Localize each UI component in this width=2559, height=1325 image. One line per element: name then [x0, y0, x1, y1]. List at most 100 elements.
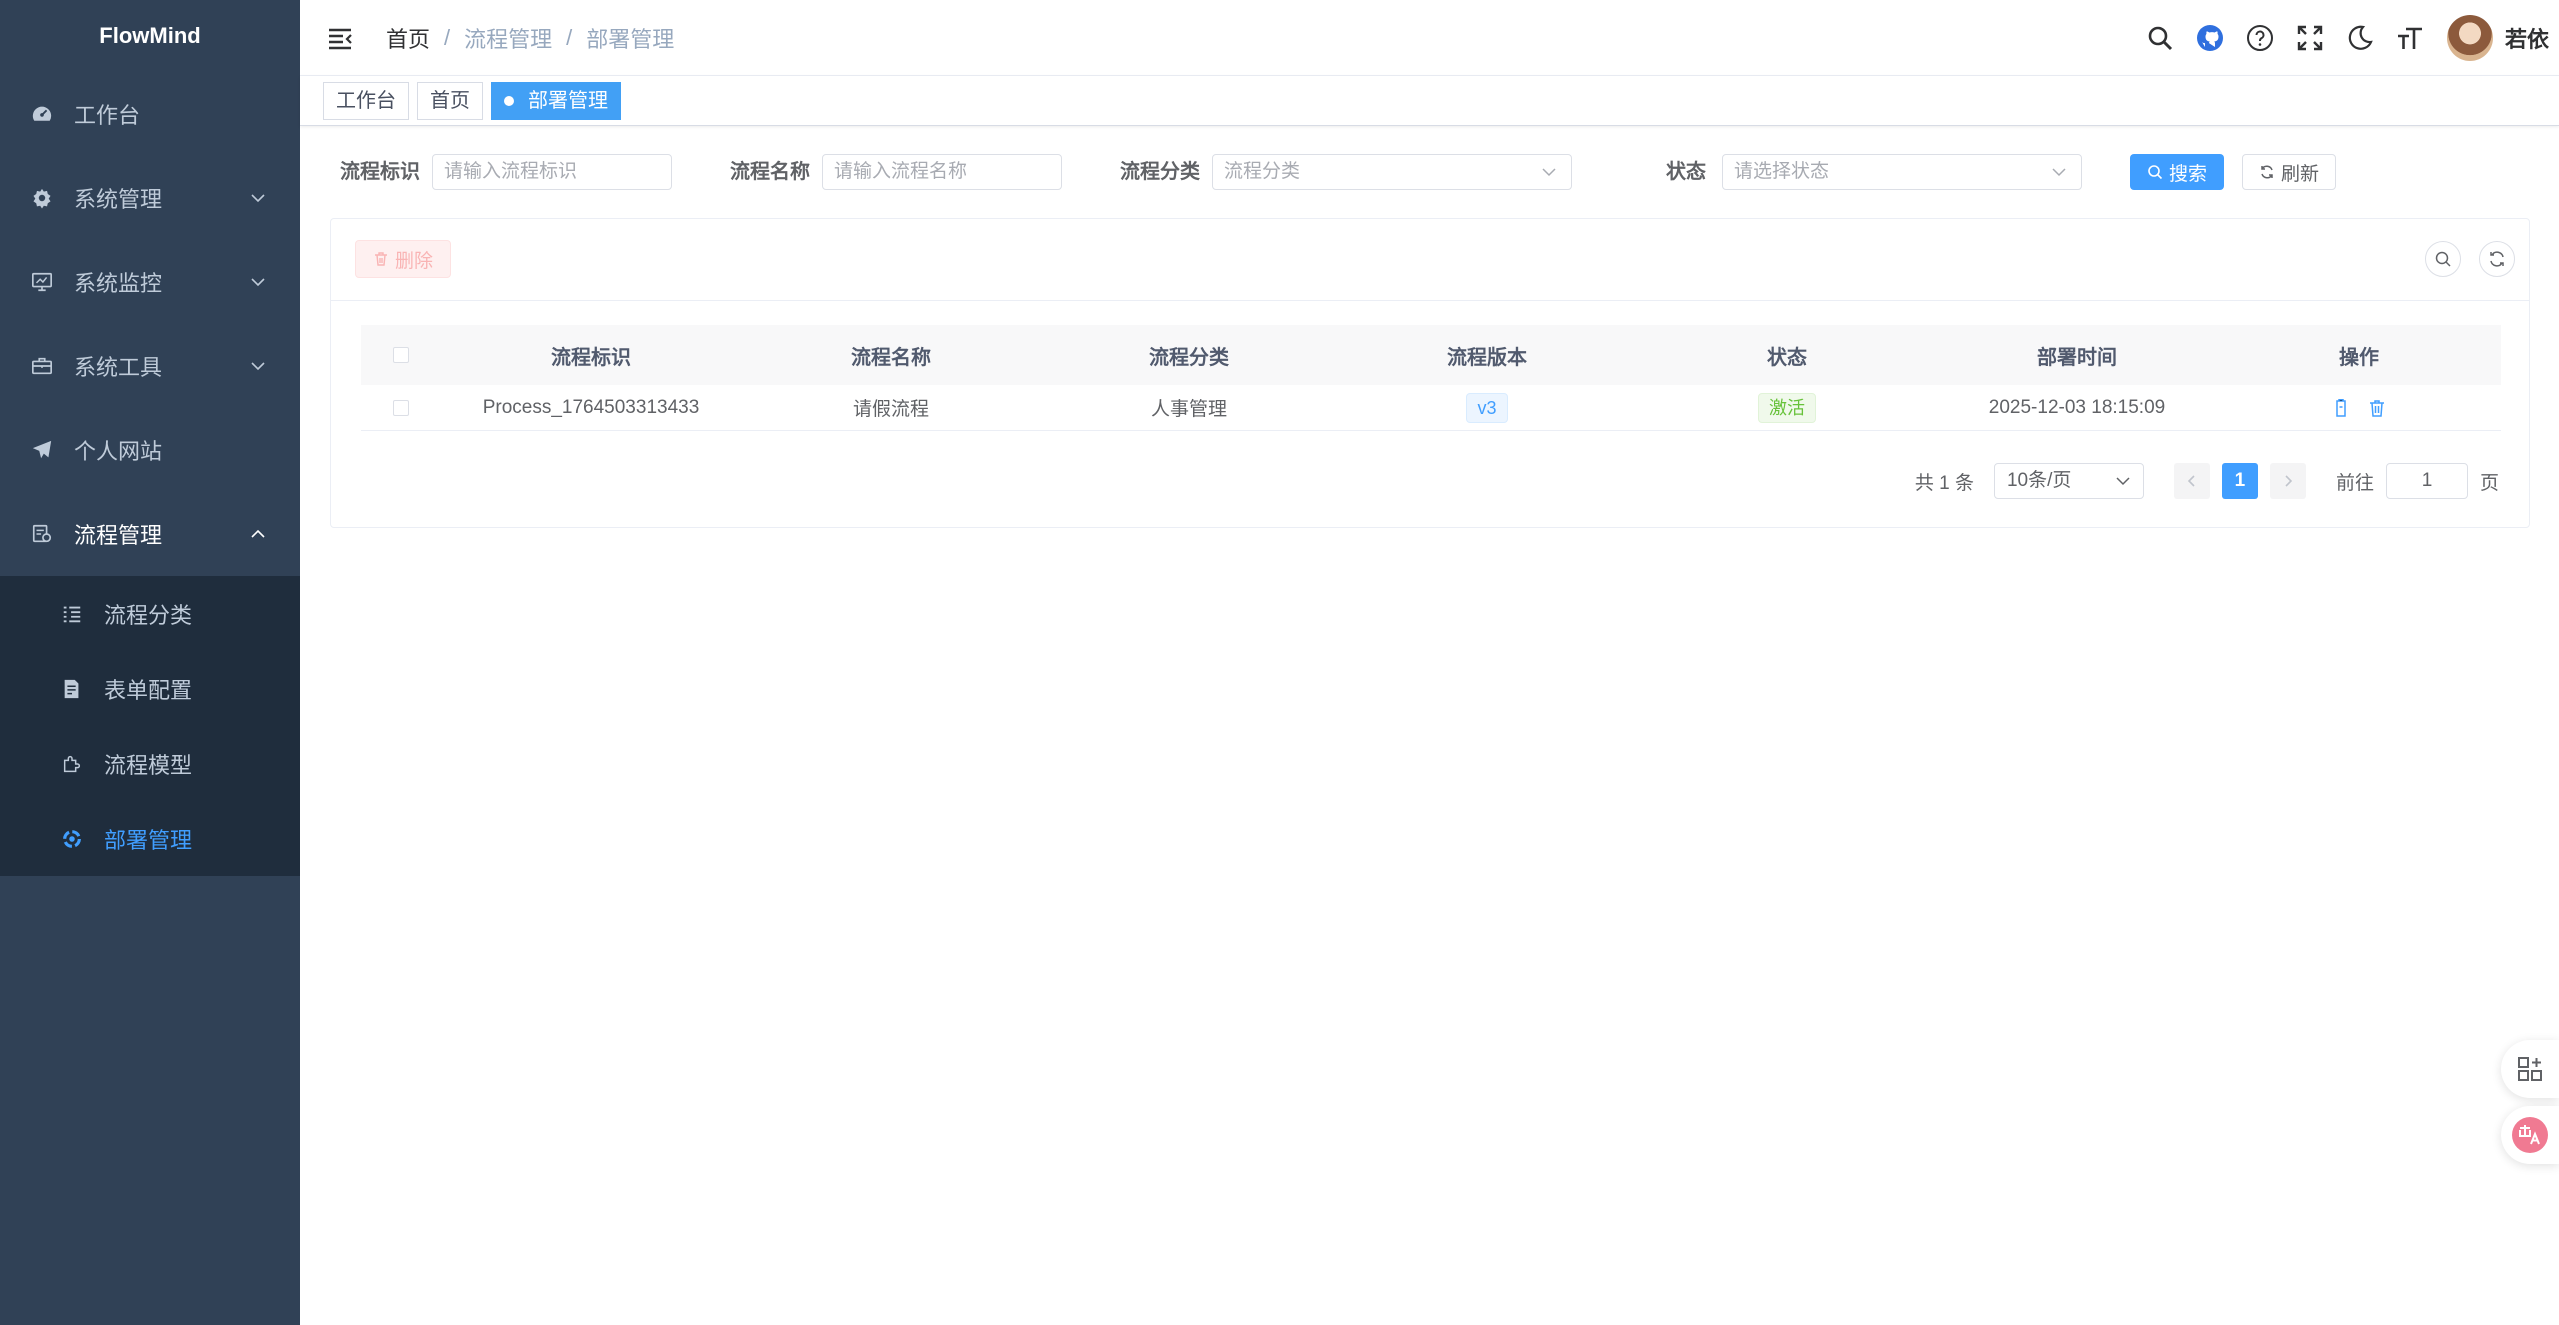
- toolbox-icon: [30, 354, 54, 378]
- translate-float-button[interactable]: [2501, 1106, 2559, 1164]
- tags-view: 工作台 首页 部署管理: [300, 76, 2559, 126]
- sidebar-item-process-category[interactable]: 流程分类: [0, 576, 300, 651]
- goto-page-input[interactable]: 1: [2385, 463, 2468, 499]
- table-row[interactable]: Process_1764503313433 请假流程 人事管理 v3 激活 20…: [361, 385, 2501, 431]
- app-logo[interactable]: FlowMind: [0, 0, 300, 72]
- sidebar-item-deploy-management[interactable]: 部署管理: [0, 801, 300, 876]
- sidebar: FlowMind 工作台 系统管理 系统监控 系统工具 个人网站 流程管理 流程…: [0, 0, 300, 1325]
- pagination: 共 1 条 10条/页 1 前往 1 页: [1915, 463, 2499, 499]
- breadcrumb-separator: /: [566, 24, 573, 50]
- process-name-label: 流程名称: [730, 161, 810, 183]
- app-root: FlowMind 工作台 系统管理 系统监控 系统工具 个人网站 流程管理 流程…: [0, 0, 2559, 1325]
- header-process-key: 流程标识: [551, 346, 631, 369]
- suspend-action-icon[interactable]: [2331, 398, 2351, 418]
- sidebar-item-system-management[interactable]: 系统管理: [0, 156, 300, 240]
- cell-deploy-time: 2025-12-03 18:15:09: [1988, 396, 2166, 418]
- cell-status: 激活: [1637, 392, 1937, 423]
- breadcrumb-home[interactable]: 首页: [386, 22, 430, 54]
- cell-version: v3: [1337, 392, 1637, 423]
- avatar[interactable]: [2446, 15, 2493, 61]
- font-size-icon[interactable]: [2394, 22, 2426, 54]
- hamburger-icon[interactable]: [326, 24, 354, 52]
- category-select-placeholder: 流程分类: [1224, 161, 1301, 182]
- sidebar-item-workflow-management[interactable]: 流程管理: [0, 492, 300, 576]
- refresh-button[interactable]: 刷新: [2242, 154, 2336, 190]
- next-page-button[interactable]: [2269, 463, 2306, 499]
- select-all-checkbox[interactable]: [393, 347, 409, 363]
- search-icon: [2435, 251, 2451, 267]
- breadcrumb-separator: /: [444, 24, 451, 50]
- trash-icon[interactable]: [2367, 398, 2387, 418]
- sidebar-item-label: 系统监控: [74, 271, 163, 296]
- category-select[interactable]: 流程分类: [1212, 154, 1572, 190]
- sidebar-item-label: 系统管理: [74, 187, 163, 212]
- sidebar-item-system-tools[interactable]: 系统工具: [0, 324, 300, 408]
- goto-label: 前往: [2335, 472, 2374, 494]
- breadcrumb-current: 部署管理: [586, 26, 675, 52]
- page-size-select[interactable]: 10条/页: [1993, 463, 2144, 499]
- monitor-icon: [30, 270, 54, 294]
- search-form: 流程标识 请输入流程标识 流程名称 请输入流程名称 流程分类 流程分类 状态 请…: [340, 154, 2340, 190]
- status-select[interactable]: 请选择状态: [1722, 154, 2082, 190]
- chevron-down-icon: [2052, 168, 2066, 177]
- dashboard-icon: [30, 102, 54, 126]
- navbar-right: 若依: [2135, 0, 2549, 76]
- sidebar-item-personal-site[interactable]: 个人网站: [0, 408, 300, 492]
- help-icon[interactable]: [2244, 22, 2276, 54]
- workflow-submenu: 流程分类 表单配置 流程模型 部署管理: [0, 576, 300, 876]
- fullscreen-icon[interactable]: [2294, 22, 2326, 54]
- sidebar-item-label: 表单配置: [104, 677, 193, 703]
- sidebar-item-label: 流程管理: [74, 523, 163, 548]
- header-status: 状态: [1767, 346, 1807, 369]
- status-select-placeholder: 请选择状态: [1734, 161, 1830, 182]
- search-button[interactable]: 搜索: [2130, 154, 2224, 190]
- github-icon[interactable]: [2194, 22, 2226, 54]
- page-jumper: 前往 1 页: [2336, 463, 2499, 499]
- send-icon: [30, 438, 54, 462]
- row-select-cell: [361, 399, 441, 416]
- header-category: 流程分类: [1149, 346, 1229, 369]
- process-key-label: 流程标识: [340, 161, 420, 183]
- navbar: 首页 / 流程管理 / 部署管理 若依: [300, 0, 2559, 76]
- process-name-input[interactable]: 请输入流程名称: [822, 154, 1062, 190]
- chevron-up-icon: [251, 529, 265, 538]
- search-icon[interactable]: [2144, 22, 2176, 54]
- deployment-table: 流程标识 流程名称 流程分类 流程版本 状态 部署时间 操作 Process_1…: [361, 325, 2501, 431]
- username[interactable]: 若依: [2505, 22, 2549, 54]
- chevron-down-icon: [251, 194, 265, 203]
- puzzle-icon: [60, 752, 84, 776]
- workflow-icon: [30, 522, 54, 546]
- chevron-down-icon: [251, 278, 265, 287]
- search-icon: [2148, 165, 2163, 180]
- toggle-search-button[interactable]: [2425, 241, 2461, 277]
- search-button-label: 搜索: [2168, 163, 2207, 185]
- select-all-cell: [361, 347, 441, 363]
- reload-table-button[interactable]: [2479, 241, 2515, 277]
- sidebar-item-process-model[interactable]: 流程模型: [0, 726, 300, 801]
- page-number-button[interactable]: 1: [2221, 463, 2258, 499]
- tab-home[interactable]: 首页: [417, 81, 483, 120]
- sidebar-item-label: 流程分类: [104, 602, 193, 628]
- tab-deploy-management[interactable]: 部署管理: [491, 81, 621, 120]
- process-key-input[interactable]: 请输入流程标识: [432, 154, 672, 190]
- row-checkbox[interactable]: [393, 399, 409, 416]
- dark-mode-icon[interactable]: [2344, 22, 2376, 54]
- header-process-name: 流程名称: [851, 346, 931, 369]
- page-unit-label: 页: [2479, 472, 2499, 494]
- trash-icon: [374, 252, 387, 266]
- version-badge: v3: [1466, 392, 1508, 423]
- cell-category: 人事管理: [1150, 399, 1227, 420]
- sidebar-item-form-config[interactable]: 表单配置: [0, 651, 300, 726]
- sidebar-item-dashboard[interactable]: 工作台: [0, 72, 300, 156]
- sidebar-item-label: 个人网站: [74, 439, 163, 464]
- header-version: 流程版本: [1447, 346, 1527, 369]
- delete-button[interactable]: 删除: [355, 240, 451, 278]
- active-dot-icon: [504, 95, 514, 106]
- tab-workbench[interactable]: 工作台: [323, 81, 409, 120]
- list-icon: [60, 602, 84, 626]
- chevron-down-icon: [2116, 477, 2130, 486]
- sidebar-item-system-monitor[interactable]: 系统监控: [0, 240, 300, 324]
- tab-label: 部署管理: [528, 89, 608, 112]
- app-grid-float-button[interactable]: [2501, 1040, 2559, 1098]
- prev-page-button[interactable]: [2173, 463, 2210, 499]
